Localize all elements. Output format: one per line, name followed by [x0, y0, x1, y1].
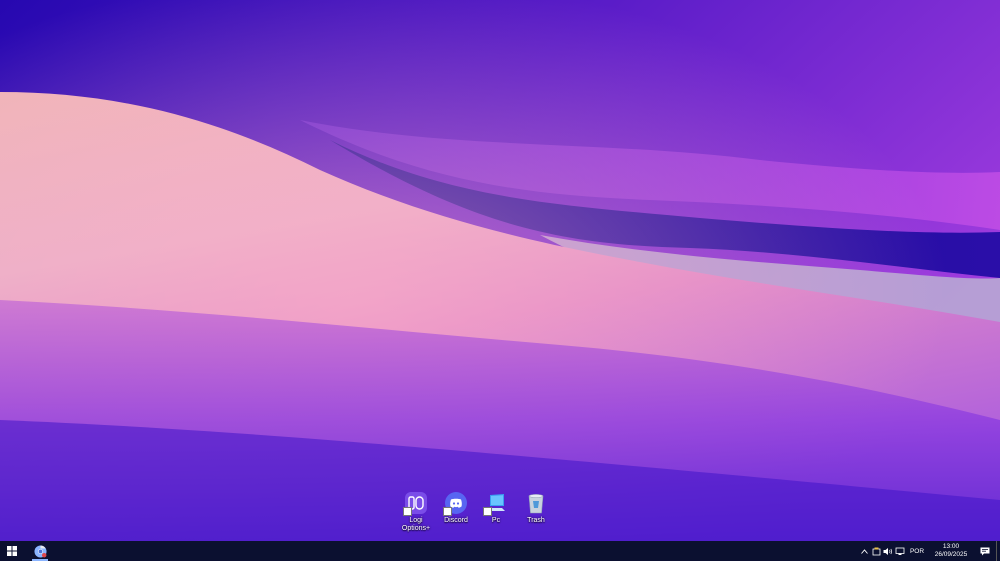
- desktop-icon-label: Pc: [491, 517, 501, 524]
- language-indicator[interactable]: POR: [906, 548, 928, 555]
- logi-options-icon: [403, 490, 429, 516]
- show-desktop-button[interactable]: [996, 541, 1000, 561]
- desktop-icon-trash[interactable]: Trash: [516, 490, 556, 538]
- clock-date: 26/09/2025: [934, 551, 968, 558]
- ethernet-icon: [895, 547, 905, 555]
- taskbar: POR 13:00 26/09/2025: [0, 541, 1000, 561]
- recycle-bin-icon: [523, 490, 549, 516]
- shortcut-arrow-icon: [483, 507, 492, 516]
- volume-button[interactable]: [882, 541, 894, 561]
- wallpaper: [0, 0, 1000, 541]
- notification-icon: [980, 547, 990, 555]
- start-button[interactable]: [0, 541, 24, 561]
- chevron-up-icon: [860, 548, 868, 554]
- desktop-icon-label: Logi Options+: [401, 517, 431, 532]
- network-drive-icon: [872, 547, 880, 555]
- clock-time: 13:00: [942, 543, 960, 550]
- desktop-icon-label: Trash: [527, 517, 545, 524]
- tray-app-icon[interactable]: [870, 541, 882, 561]
- windows-logo-icon: [7, 546, 17, 556]
- speaker-icon: [883, 547, 892, 555]
- discord-icon: [443, 490, 469, 516]
- chrome-icon: [33, 544, 47, 558]
- clock[interactable]: 13:00 26/09/2025: [928, 543, 974, 559]
- desktop-icons: Logi Options+ Discord Pc Trash: [396, 490, 556, 538]
- desktop[interactable]: Logi Options+ Discord Pc Trash: [0, 0, 1000, 541]
- taskbar-app-chrome[interactable]: [28, 541, 52, 561]
- system-tray: POR 13:00 26/09/2025: [858, 541, 1000, 561]
- pc-icon: [483, 490, 509, 516]
- shortcut-arrow-icon: [403, 507, 412, 516]
- shortcut-arrow-icon: [443, 507, 452, 516]
- desktop-icon-discord[interactable]: Discord: [436, 490, 476, 538]
- desktop-icon-label: Discord: [444, 517, 468, 524]
- desktop-icon-pc[interactable]: Pc: [476, 490, 516, 538]
- notification-center-button[interactable]: [974, 541, 996, 561]
- network-button[interactable]: [894, 541, 906, 561]
- show-hidden-icons-button[interactable]: [858, 541, 870, 561]
- desktop-icon-logi-options[interactable]: Logi Options+: [396, 490, 436, 538]
